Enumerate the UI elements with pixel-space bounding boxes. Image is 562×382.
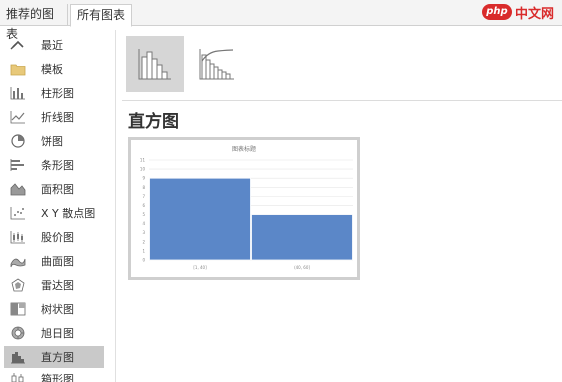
chart-type-sidebar: 最近 模板 柱形图 折线图 饼图 条形图 面积图 X Y 散点图 股价图 曲面图… [0, 30, 116, 382]
box-whisker-chart-icon [9, 371, 27, 382]
folder-icon [9, 61, 27, 77]
watermark-logo: php [481, 4, 512, 20]
sidebar-item-radar[interactable]: 雷达图 [4, 274, 104, 296]
sidebar-item-label: 模板 [41, 63, 63, 76]
y-tick-label: 2 [142, 239, 145, 244]
y-tick-label: 0 [142, 258, 145, 263]
x-category-label: (40, 60] [294, 265, 310, 270]
sidebar-item-treemap[interactable]: 树状图 [4, 298, 104, 320]
recent-icon [9, 37, 27, 53]
tab-recommended-charts[interactable]: 推荐的图表 [0, 4, 68, 41]
sidebar-item-label: 最近 [41, 39, 63, 52]
area-chart-icon [9, 181, 27, 197]
sidebar-item-bar[interactable]: 条形图 [4, 154, 104, 176]
y-tick-label: 4 [142, 221, 145, 226]
histogram-bar [149, 177, 251, 261]
histogram-preview-chart: 图表标题 0 1 2 3 4 5 6 7 8 9 10 11 [1, 40] (40, 60] [140, 145, 353, 270]
bar-chart-icon [9, 157, 27, 173]
sidebar-item-templates[interactable]: 模板 [4, 58, 104, 80]
sidebar-item-stock[interactable]: 股价图 [4, 226, 104, 248]
chart-preview[interactable]: 图表标题 0 1 2 3 4 5 6 7 8 9 10 11 [1, 40] (40, 60] [128, 137, 360, 280]
sidebar-item-label: 曲面图 [41, 255, 74, 268]
chart-subtype-panel: 直方图 图表标题 0 1 2 3 4 5 6 7 8 9 10 11 [1, 40] (40, 60] [116, 30, 562, 382]
tab-bar: 推荐的图表 所有图表 php 中文网 [0, 0, 562, 41]
sidebar-item-label: 柱形图 [41, 87, 74, 100]
sunburst-chart-icon [9, 325, 27, 341]
sidebar-item-label: 直方图 [41, 351, 74, 364]
divider [122, 100, 562, 101]
sidebar-item-recent[interactable]: 最近 [4, 34, 104, 56]
histogram-chart-icon [9, 349, 27, 365]
tab-all-charts[interactable]: 所有图表 [70, 4, 132, 27]
y-tick-label: 10 [140, 167, 146, 172]
histogram-subtype-button[interactable] [126, 36, 184, 92]
sidebar-item-pie[interactable]: 饼图 [4, 130, 104, 152]
x-category-label: [1, 40] [193, 265, 207, 270]
sidebar-item-label: 折线图 [41, 111, 74, 124]
sidebar-item-label: 面积图 [41, 183, 74, 196]
sidebar-item-label: 旭日图 [41, 327, 74, 340]
sidebar-item-label: 树状图 [41, 303, 74, 316]
y-tick-label: 8 [142, 185, 145, 190]
radar-chart-icon [9, 277, 27, 293]
sidebar-item-label: 饼图 [41, 135, 63, 148]
watermark-text: 中文网 [514, 6, 554, 22]
y-tick-label: 11 [140, 158, 146, 163]
sidebar-item-label: X Y 散点图 [41, 207, 96, 220]
y-tick-label: 1 [142, 248, 145, 253]
pareto-subtype-icon [199, 49, 234, 80]
sidebar-item-box-whisker[interactable]: 箱形图 [4, 368, 104, 382]
pie-chart-icon [9, 133, 27, 149]
sidebar-item-label: 箱形图 [41, 373, 74, 382]
chart-type-heading: 直方图 [128, 112, 179, 132]
y-tick-label: 7 [142, 194, 145, 199]
sidebar-item-scatter[interactable]: X Y 散点图 [4, 202, 104, 224]
sidebar-item-label: 雷达图 [41, 279, 74, 292]
column-chart-icon [9, 85, 27, 101]
sidebar-item-line[interactable]: 折线图 [4, 106, 104, 128]
chart-title: 图表标题 [232, 145, 256, 153]
y-tick-label: 9 [142, 176, 145, 181]
y-tick-label: 3 [142, 230, 145, 235]
sidebar-item-sunburst[interactable]: 旭日图 [4, 322, 104, 344]
histogram-bar [251, 214, 353, 261]
sidebar-item-label: 股价图 [41, 231, 74, 244]
histogram-subtype-icon [138, 49, 171, 80]
stock-chart-icon [9, 229, 27, 245]
sidebar-item-column[interactable]: 柱形图 [4, 82, 104, 104]
sidebar-item-surface[interactable]: 曲面图 [4, 250, 104, 272]
y-tick-label: 5 [142, 212, 145, 217]
treemap-chart-icon [9, 301, 27, 317]
sidebar-item-histogram[interactable]: 直方图 [4, 346, 104, 368]
surface-chart-icon [9, 253, 27, 269]
sidebar-item-area[interactable]: 面积图 [4, 178, 104, 200]
pareto-subtype-button[interactable] [188, 36, 246, 92]
sidebar-item-label: 条形图 [41, 159, 74, 172]
y-tick-label: 6 [142, 203, 145, 208]
line-chart-icon [9, 109, 27, 125]
scatter-chart-icon [9, 205, 27, 221]
watermark: php 中文网 [481, 2, 554, 22]
